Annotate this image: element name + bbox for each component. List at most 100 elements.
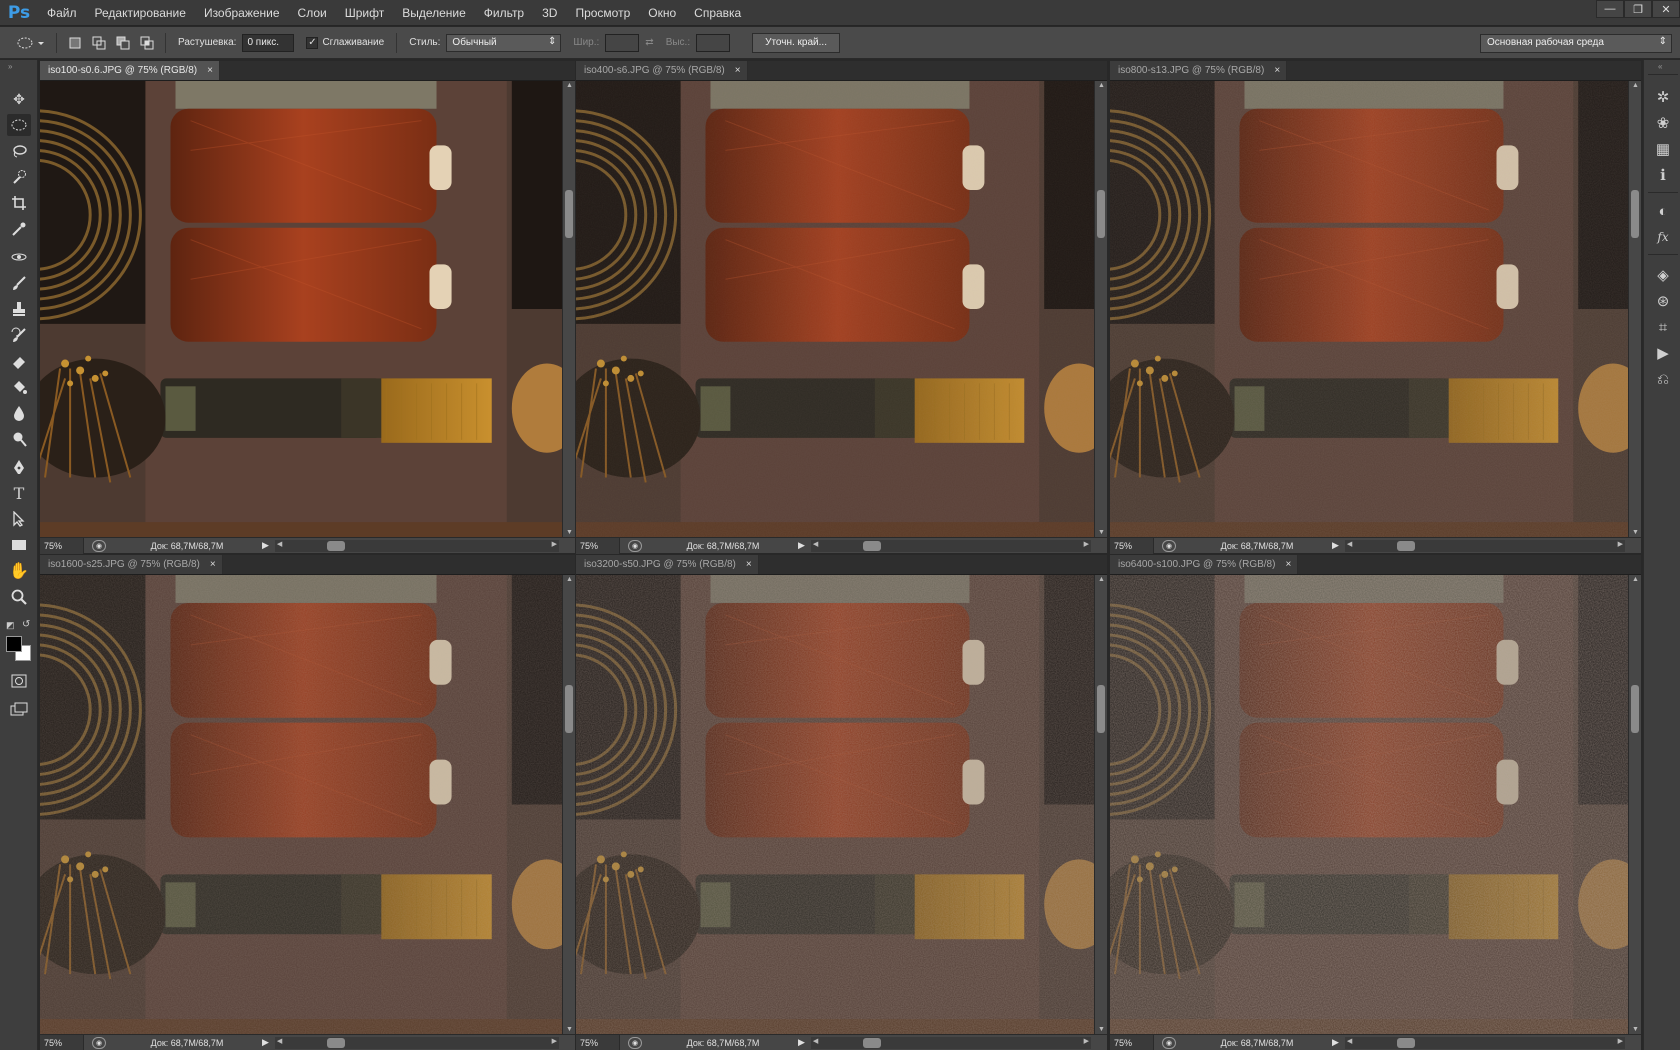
document-window[interactable]: iso400-s6.JPG @ 75% (RGB/8) × ▲ ▼ 75% ◉ … (576, 61, 1107, 554)
layers-icon[interactable]: ◈ (1652, 264, 1674, 286)
spot-healing-tool-icon[interactable] (7, 246, 31, 268)
vertical-scrollbar[interactable]: ▲ ▼ (1628, 81, 1641, 537)
default-colors-icon[interactable]: ◩ (6, 620, 15, 631)
horizontal-scrollbar[interactable]: ◀ ▶ (274, 539, 559, 552)
scroll-thumb[interactable] (1396, 1037, 1415, 1048)
close-tab-icon[interactable]: × (210, 559, 216, 570)
tool-preset-picker[interactable] (14, 33, 48, 53)
scroll-down-icon[interactable]: ▼ (1097, 529, 1106, 536)
antialias-option[interactable]: ✓ Сглаживание (306, 36, 384, 49)
horizontal-scrollbar[interactable]: ◀ ▶ (274, 1036, 559, 1049)
zoom-level[interactable]: 75% (40, 1034, 84, 1050)
share-icon[interactable]: ◉ (628, 1036, 642, 1049)
document-window[interactable]: iso3200-s50.JPG @ 75% (RGB/8) × ▲ ▼ 75% … (576, 555, 1107, 1050)
paths-icon[interactable]: ⌗ (1652, 316, 1674, 338)
swap-icon[interactable]: ⇄ (645, 37, 653, 48)
rectangle-tool-icon[interactable] (7, 534, 31, 556)
document-tab[interactable]: iso6400-s100.JPG @ 75% (RGB/8) × (1110, 555, 1299, 574)
minimize-button[interactable]: — (1596, 0, 1624, 18)
scroll-down-icon[interactable]: ▼ (565, 1026, 574, 1033)
feather-field[interactable]: 0 пикс. (242, 33, 295, 52)
close-tab-icon[interactable]: × (1285, 559, 1291, 570)
info-icon[interactable]: ℹ (1652, 164, 1674, 186)
document-canvas[interactable] (576, 81, 1094, 537)
brush-tool-icon[interactable] (7, 272, 31, 294)
screen-mode-icon[interactable] (7, 698, 31, 720)
scroll-right-icon[interactable]: ▶ (1084, 1037, 1089, 1045)
horizontal-scrollbar[interactable]: ◀ ▶ (810, 1036, 1091, 1049)
scroll-up-icon[interactable]: ▲ (565, 576, 574, 583)
scroll-thumb[interactable] (1631, 685, 1639, 733)
menu-edit[interactable]: Редактирование (86, 0, 195, 26)
scroll-thumb[interactable] (1396, 540, 1415, 551)
zoom-level[interactable]: 75% (576, 537, 620, 554)
width-field[interactable] (605, 33, 640, 52)
share-icon[interactable]: ◉ (628, 539, 642, 552)
move-tool-icon[interactable]: ✥ (7, 88, 31, 110)
status-menu-icon[interactable]: ▶ (1332, 540, 1339, 551)
menu-window[interactable]: Окно (639, 0, 685, 26)
zoom-level[interactable]: 75% (576, 1034, 620, 1050)
blur-tool-icon[interactable] (7, 402, 31, 424)
menu-view[interactable]: Просмотр (566, 0, 639, 26)
dodge-tool-icon[interactable] (7, 428, 31, 450)
adjustments-icon[interactable]: ◐ (1652, 200, 1674, 222)
style-select[interactable]: Обычный (446, 33, 562, 52)
path-selection-tool-icon[interactable] (7, 508, 31, 530)
scroll-thumb[interactable] (326, 540, 345, 551)
swatches-icon[interactable]: ▦ (1652, 138, 1674, 160)
vertical-scrollbar[interactable]: ▲ ▼ (1628, 575, 1641, 1034)
document-window[interactable]: iso100-s0.6.JPG @ 75% (RGB/8) × ▲ ▼ 75% … (40, 61, 575, 554)
share-icon[interactable]: ◉ (92, 1036, 106, 1049)
scroll-down-icon[interactable]: ▼ (565, 529, 574, 536)
subtract-selection-button[interactable] (113, 33, 133, 53)
clone-stamp-tool-icon[interactable] (7, 298, 31, 320)
document-tab[interactable]: iso800-s13.JPG @ 75% (RGB/8) × (1110, 61, 1288, 80)
document-canvas[interactable] (1110, 575, 1628, 1034)
zoom-tool-icon[interactable] (7, 586, 31, 608)
scroll-right-icon[interactable]: ▶ (1084, 540, 1089, 548)
scroll-up-icon[interactable]: ▲ (565, 82, 574, 89)
scroll-up-icon[interactable]: ▲ (1097, 82, 1106, 89)
horizontal-scrollbar[interactable]: ◀ ▶ (1344, 539, 1625, 552)
foreground-color-swatch[interactable] (6, 636, 22, 652)
eraser-tool-icon[interactable] (7, 350, 31, 372)
close-tab-icon[interactable]: × (735, 65, 741, 76)
scroll-right-icon[interactable]: ▶ (552, 1037, 557, 1045)
scroll-up-icon[interactable]: ▲ (1631, 82, 1640, 89)
zoom-level[interactable]: 75% (40, 537, 84, 554)
scroll-right-icon[interactable]: ▶ (1618, 1037, 1623, 1045)
document-window[interactable]: iso800-s13.JPG @ 75% (RGB/8) × ▲ ▼ 75% ◉… (1110, 61, 1641, 554)
status-menu-icon[interactable]: ▶ (262, 1037, 269, 1048)
quick-mask-icon[interactable] (7, 670, 31, 692)
collapse-icon[interactable]: » (8, 62, 12, 71)
zoom-level[interactable]: 75% (1110, 537, 1154, 554)
status-menu-icon[interactable]: ▶ (1332, 1037, 1339, 1048)
document-canvas[interactable] (576, 575, 1094, 1034)
menu-file[interactable]: Файл (38, 0, 86, 26)
color-panel-icon[interactable]: ❀ (1652, 112, 1674, 134)
menu-filter[interactable]: Фильтр (475, 0, 533, 26)
swap-colors-icon[interactable]: ↺ (22, 619, 30, 630)
close-tab-icon[interactable]: × (207, 65, 213, 76)
quick-selection-tool-icon[interactable] (7, 166, 31, 188)
lasso-tool-icon[interactable] (7, 140, 31, 162)
history-brush-tool-icon[interactable] (7, 324, 31, 346)
document-tab[interactable]: iso3200-s50.JPG @ 75% (RGB/8) × (576, 555, 759, 574)
navigator-icon[interactable]: ✲ (1652, 86, 1674, 108)
scroll-thumb[interactable] (326, 1037, 345, 1048)
eyedropper-tool-icon[interactable] (7, 218, 31, 240)
antialias-checkbox[interactable]: ✓ (306, 36, 319, 49)
styles-icon[interactable]: fx (1652, 226, 1674, 248)
menu-help[interactable]: Справка (685, 0, 750, 26)
status-menu-icon[interactable]: ▶ (798, 1037, 805, 1048)
restore-button[interactable]: ❐ (1624, 0, 1652, 18)
scroll-down-icon[interactable]: ▼ (1631, 1026, 1640, 1033)
menu-image[interactable]: Изображение (195, 0, 289, 26)
status-menu-icon[interactable]: ▶ (798, 540, 805, 551)
vertical-scrollbar[interactable]: ▲ ▼ (1094, 81, 1107, 537)
scroll-thumb[interactable] (565, 685, 573, 733)
vertical-scrollbar[interactable]: ▲ ▼ (562, 81, 575, 537)
scroll-thumb[interactable] (1097, 190, 1105, 238)
document-canvas[interactable] (40, 575, 562, 1034)
